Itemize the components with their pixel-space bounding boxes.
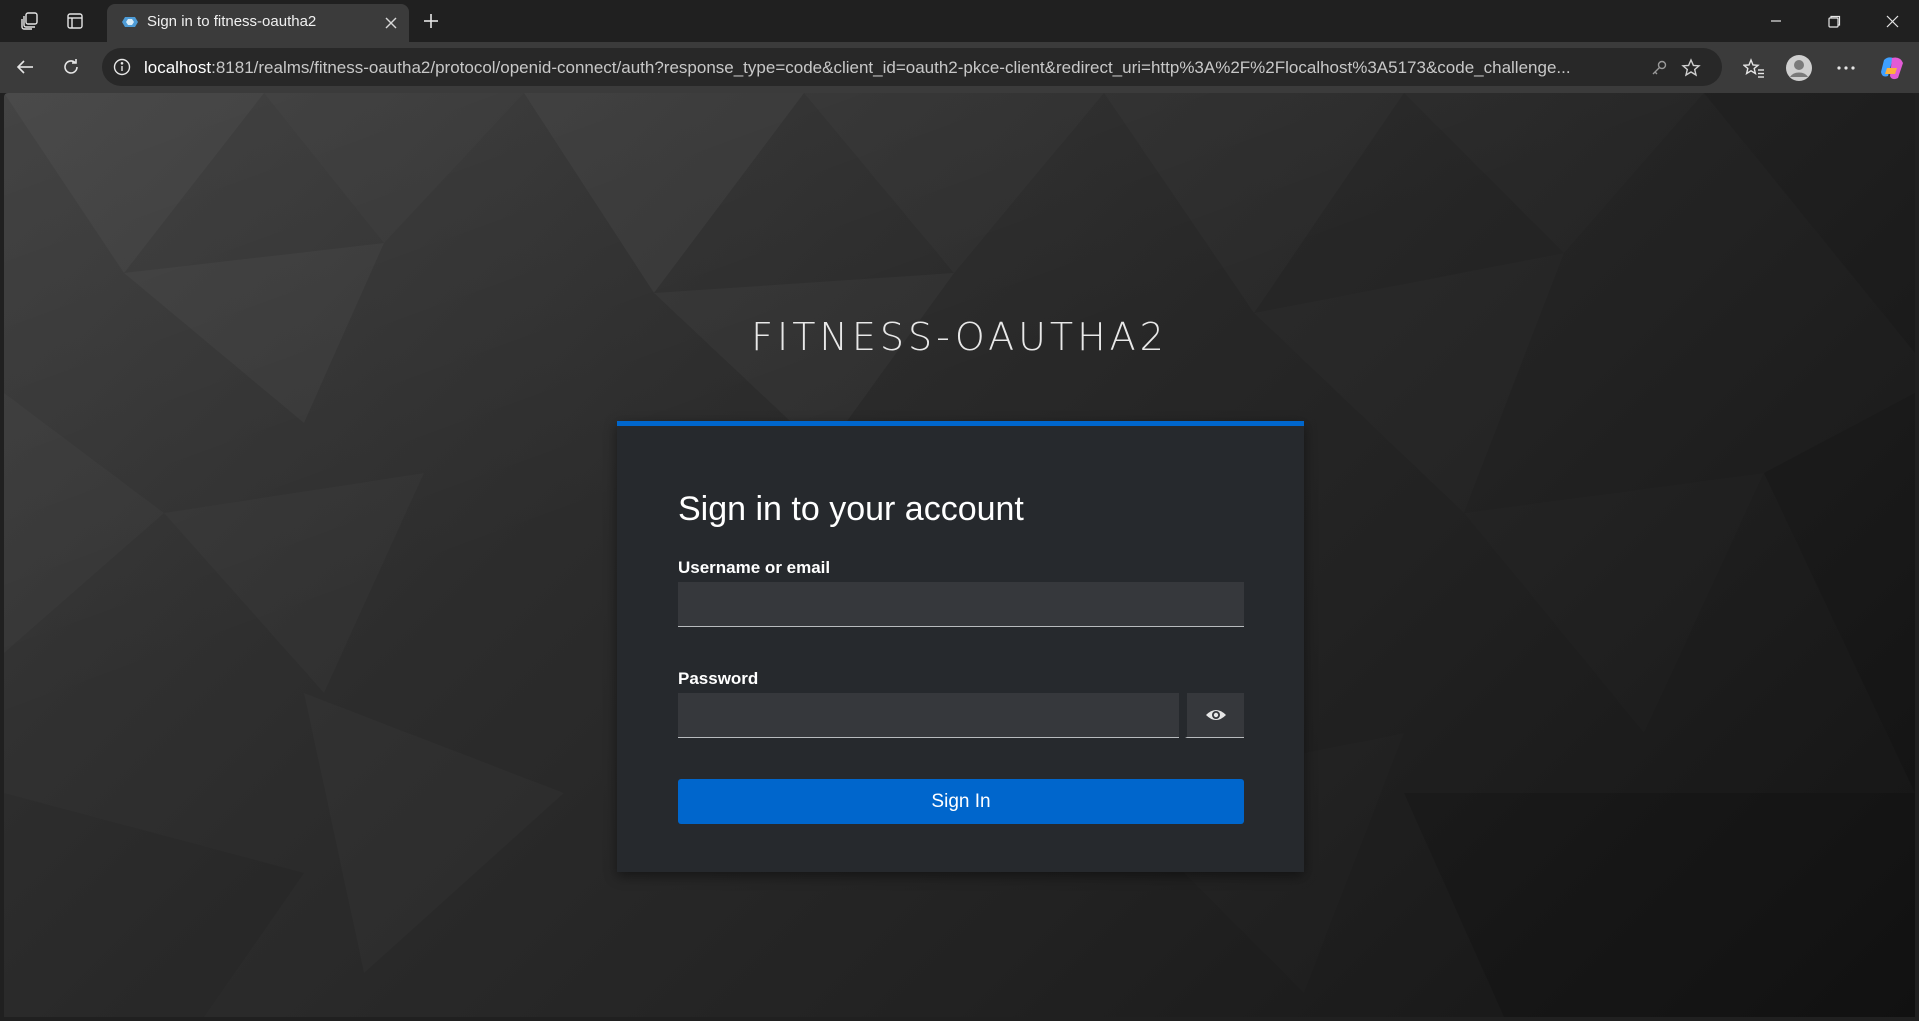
password-input[interactable] <box>678 693 1179 738</box>
username-label: Username or email <box>678 558 831 577</box>
login-heading: Sign in to your account <box>678 490 1024 528</box>
back-arrow-icon <box>16 60 33 74</box>
favorite-star-button[interactable] <box>1680 57 1702 79</box>
browser-tab-strip: Sign in to fitness-oautha2 <box>0 0 1919 42</box>
more-button[interactable] <box>1832 54 1860 82</box>
vertical-tabs-icon[interactable] <box>62 8 88 34</box>
restore-button[interactable] <box>1814 6 1854 36</box>
star-icon <box>1681 58 1701 77</box>
login-card: Sign in to your account Username or emai… <box>617 421 1304 872</box>
keycloak-favicon-icon <box>122 17 138 27</box>
profile-button[interactable] <box>1785 54 1813 82</box>
password-label: Password <box>678 669 759 688</box>
show-password-button[interactable] <box>1185 693 1244 738</box>
browser-toolbar: localhost:8181/realms/fitness-oautha2/pr… <box>0 42 1919 93</box>
refresh-button[interactable] <box>58 54 84 80</box>
copilot-button[interactable] <box>1878 54 1906 82</box>
eye-icon <box>1205 710 1226 720</box>
active-tab[interactable]: Sign in to fitness-oautha2 <box>107 4 409 42</box>
restore-icon <box>1827 15 1840 28</box>
copilot-icon <box>1881 57 1903 80</box>
key-icon[interactable] <box>1648 57 1670 79</box>
more-icon <box>1837 66 1855 70</box>
favorites-button[interactable] <box>1740 54 1768 82</box>
profile-icon <box>1786 55 1812 81</box>
refresh-icon <box>64 59 78 74</box>
address-bar[interactable]: localhost:8181/realms/fitness-oautha2/pr… <box>102 48 1722 86</box>
minimize-button[interactable] <box>1756 6 1796 36</box>
back-button[interactable] <box>12 54 38 80</box>
info-icon[interactable] <box>112 57 132 77</box>
username-input[interactable] <box>678 582 1244 627</box>
sign-in-button[interactable]: Sign In <box>678 779 1244 824</box>
tab-title: Sign in to fitness-oautha2 <box>147 13 317 30</box>
login-page: FITNESS-OAUTHA2 Sign in to your account … <box>4 93 1915 1017</box>
favorites-icon <box>1743 58 1764 78</box>
workspaces-icon[interactable] <box>17 8 43 34</box>
plus-icon <box>424 14 438 28</box>
minimize-icon <box>1771 20 1781 22</box>
url-rest: :8181/realms/fitness-oautha2/protocol/op… <box>211 58 1571 77</box>
new-tab-button[interactable] <box>418 8 444 34</box>
realm-title: FITNESS-OAUTHA2 <box>751 315 1168 359</box>
url-text[interactable]: localhost:8181/realms/fitness-oautha2/pr… <box>144 58 1644 78</box>
window-close-button[interactable] <box>1872 6 1912 36</box>
close-icon <box>1886 15 1898 27</box>
url-host: localhost <box>144 58 212 77</box>
tab-close-icon[interactable] <box>381 13 401 33</box>
